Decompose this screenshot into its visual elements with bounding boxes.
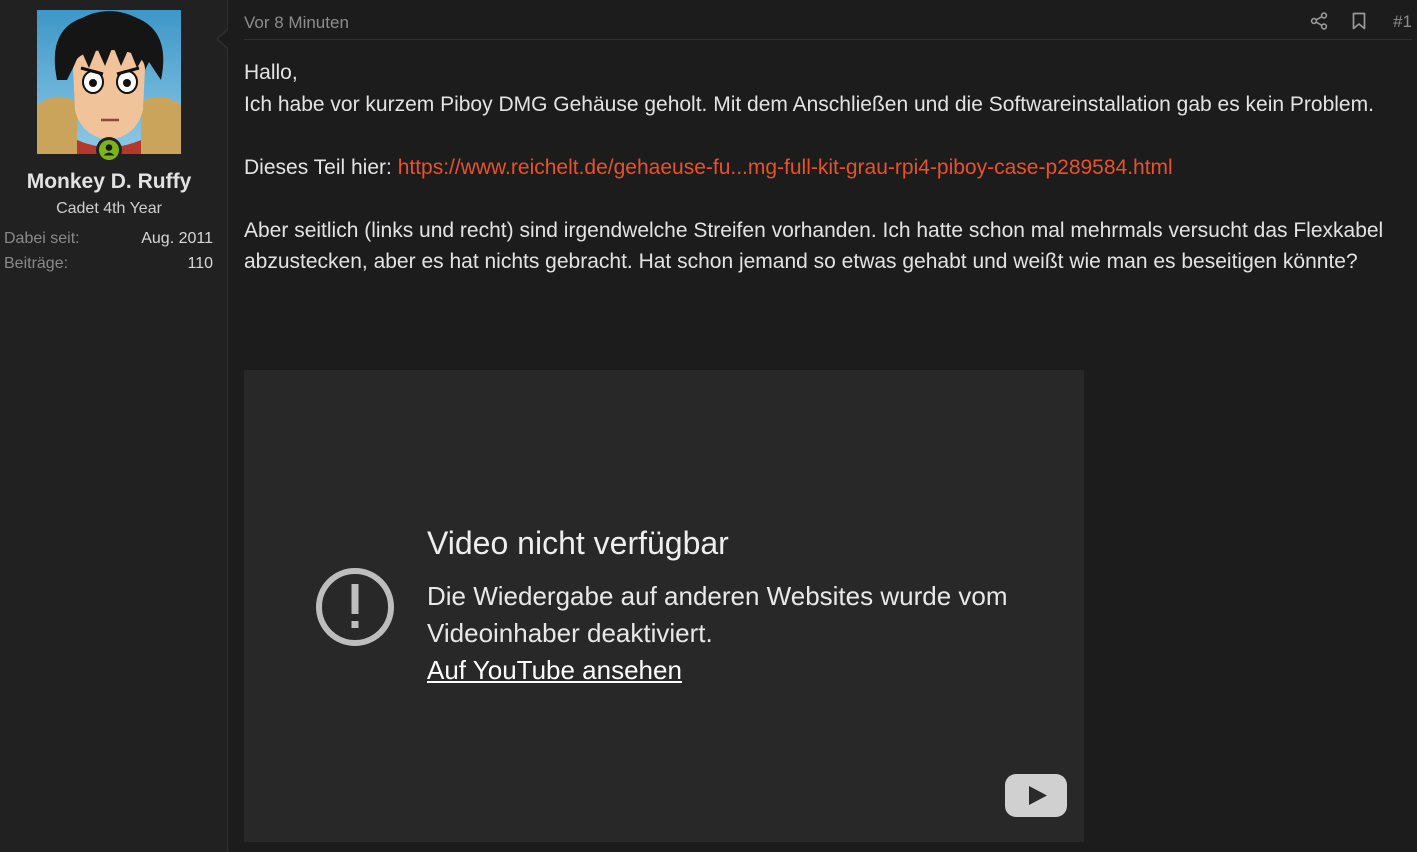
post-arrow-inner — [218, 29, 229, 49]
exclamation-circle-icon — [316, 568, 394, 646]
video-error-title: Video nicht verfügbar — [427, 525, 729, 561]
post-link-line: Dieses Teil hier: https://www.reichelt.d… — [244, 152, 1384, 184]
post-content: Hallo, Ich habe vor kurzem Piboy DMG Geh… — [244, 57, 1384, 278]
post-paragraph: Aber seitlich (links und recht) sind irg… — [244, 218, 1384, 274]
stat-joined: Dabei seit: Aug. 2011 — [4, 230, 213, 248]
share-icon[interactable] — [1309, 11, 1329, 31]
user-sidebar: Monkey D. Ruffy Cadet 4th Year Dabei sei… — [0, 0, 228, 852]
online-status-badge — [96, 137, 122, 163]
online-icon — [99, 140, 119, 160]
post-number[interactable]: #1 — [1393, 12, 1412, 32]
post-header: Vor 8 Minuten #1 — [244, 0, 1412, 40]
stat-posts: Beiträge: 110 — [4, 255, 213, 273]
forum-post: Monkey D. Ruffy Cadet 4th Year Dabei sei… — [0, 0, 1417, 852]
watch-on-youtube-link[interactable]: Auf YouTube ansehen — [427, 652, 682, 689]
post-paragraph: Ich habe vor kurzem Piboy DMG Gehäuse ge… — [244, 92, 1374, 116]
bookmark-icon[interactable] — [1349, 11, 1369, 31]
post-timestamp[interactable]: Vor 8 Minuten — [244, 13, 349, 33]
user-name[interactable]: Monkey D. Ruffy — [0, 170, 218, 194]
anime-avatar — [37, 10, 181, 154]
post-greeting: Hallo, — [244, 61, 298, 84]
product-link[interactable]: https://www.reichelt.de/gehaeuse-fu...mg… — [398, 156, 1173, 179]
video-error-message: Die Wiedergabe auf anderen Websites wurd… — [427, 581, 1008, 648]
avatar[interactable] — [37, 10, 181, 163]
stat-label: Dabei seit: — [4, 230, 80, 247]
video-embed[interactable]: Video nicht verfügbar Die Wiedergabe auf… — [244, 370, 1084, 842]
youtube-logo-icon[interactable] — [1005, 774, 1067, 817]
stat-label: Beiträge: — [4, 255, 69, 272]
user-title: Cadet 4th Year — [56, 200, 162, 217]
link-prefix: Dieses Teil hier: — [244, 155, 398, 179]
stat-value[interactable]: 110 — [187, 255, 213, 273]
stat-value: Aug. 2011 — [141, 230, 213, 247]
